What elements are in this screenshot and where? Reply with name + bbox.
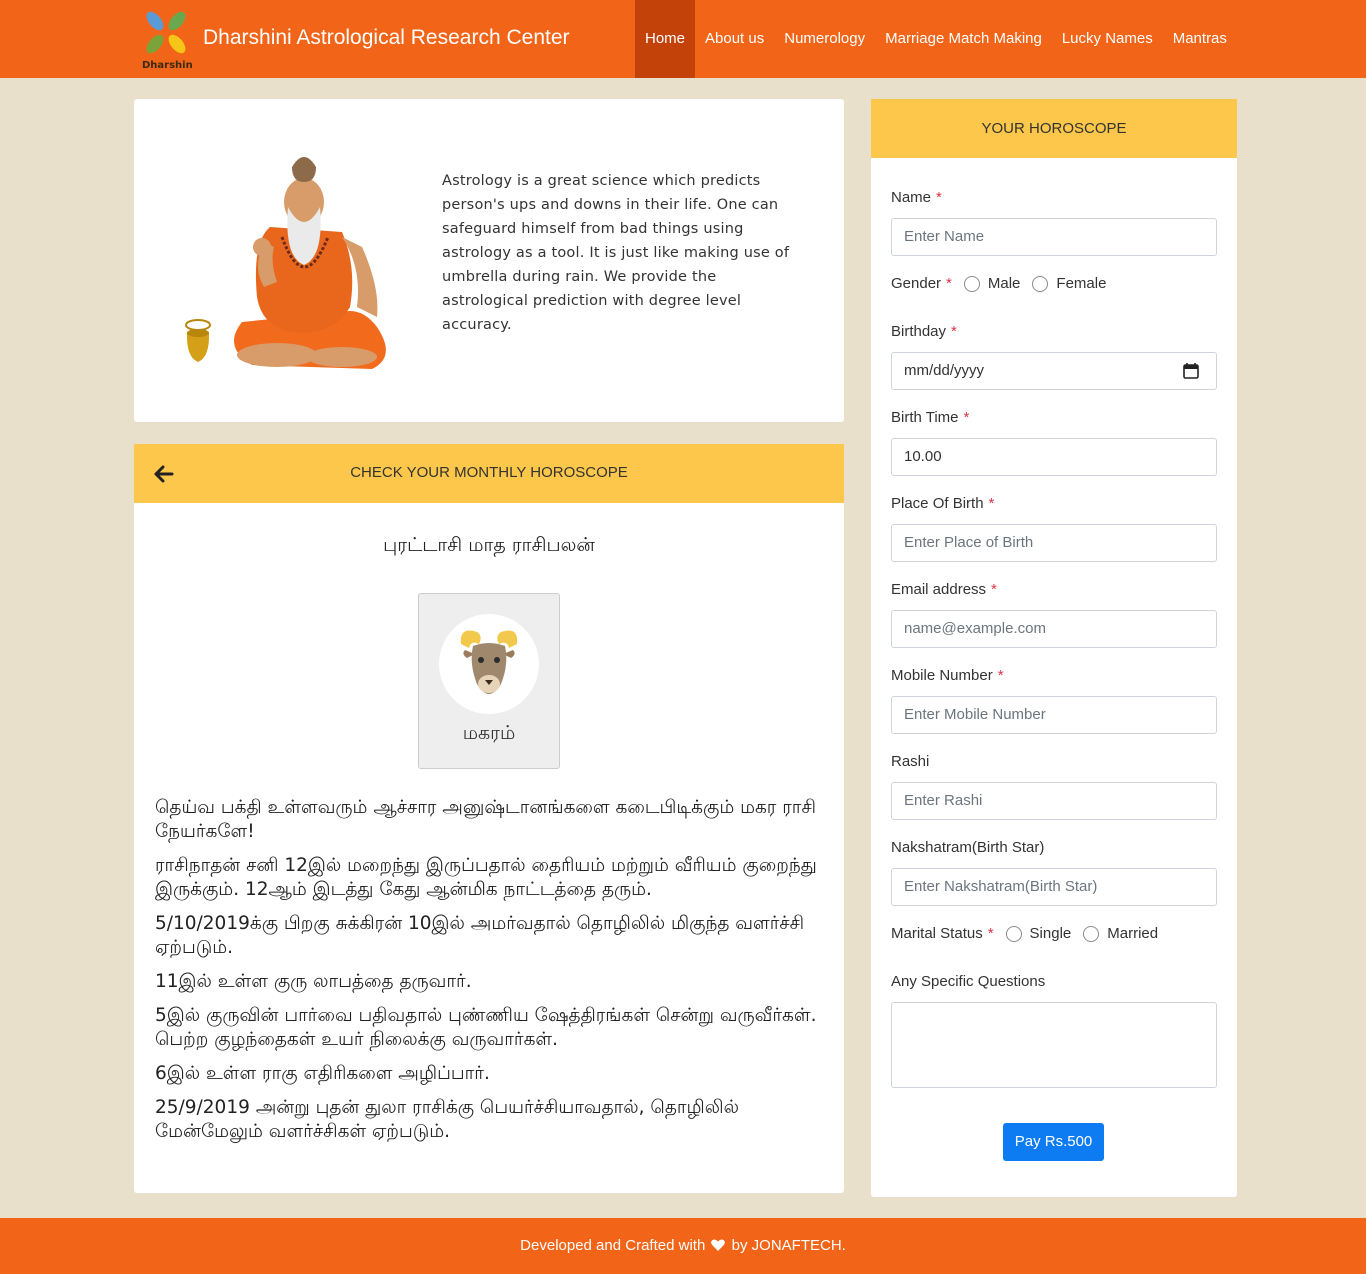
footer-text-after: by JONAFTECH. <box>731 1237 846 1254</box>
monthly-horoscope-card: CHECK YOUR MONTHLY HOROSCOPE புரட்டாசி ம… <box>134 444 844 1193</box>
brand-logo[interactable]: Dharshini <box>140 8 192 70</box>
name-label: Name * <box>891 189 942 206</box>
marital-option-married[interactable]: Married <box>1083 925 1158 942</box>
nakshatram-input[interactable]: Enter Nakshatram(Birth Star) <box>891 868 1217 906</box>
male-radio[interactable] <box>963 275 980 292</box>
month-title: புரட்டாசி மாத ராசிபலன் <box>383 534 595 556</box>
prediction-paragraph: ராசிநாதன் சனி 12இல் மறைந்து இருப்பதால் த… <box>155 855 817 900</box>
prediction-list: தெய்வ பக்தி உள்ளவரும் ஆச்சார அனுஷ்டானங்க… <box>155 796 827 1154</box>
required-mark: * <box>997 667 1004 684</box>
nav-lucky-names[interactable]: Lucky Names <box>1052 0 1163 78</box>
form-card-header: YOUR HOROSCOPE <box>871 99 1237 158</box>
sign-icon-circle <box>439 614 539 714</box>
marital-status-label: Marital Status <box>891 925 983 942</box>
prediction-paragraph: 5/10/2019க்கு பிறகு சுக்கிரன் 10இல் அமர்… <box>155 913 805 958</box>
questions-label: Any Specific Questions <box>891 973 1046 990</box>
rashi-input[interactable]: Enter Rashi <box>891 782 1217 820</box>
nav-numerology[interactable]: Numerology <box>774 0 875 78</box>
footer: Developed and Crafted with by JONAFTECH. <box>0 1218 1366 1274</box>
marital-option-single[interactable]: Single <box>1005 925 1071 942</box>
gender-option-female[interactable]: Female <box>1032 275 1106 292</box>
prediction-paragraph: 6இல் உள்ள ராகு எதிரிகளை அழிப்பார். <box>155 1063 490 1084</box>
prediction-paragraph: 11இல் உள்ள குரு லாபத்தை தருவார். <box>155 971 472 992</box>
required-mark: * <box>963 409 970 426</box>
sage-illustration <box>185 157 386 369</box>
required-mark: * <box>946 275 952 292</box>
gender-field: Gender * Male Female <box>891 275 1118 292</box>
required-mark: * <box>987 925 994 942</box>
name-input[interactable]: Enter Name <box>891 218 1217 256</box>
calendar-icon[interactable] <box>1182 362 1200 380</box>
nav-about-us[interactable]: About us <box>695 0 774 78</box>
zodiac-sign-tile[interactable]: மகரம் <box>418 593 560 769</box>
main-nav: Home About us Numerology Marriage Match … <box>635 0 1237 78</box>
mobile-input[interactable]: Enter Mobile Number <box>891 696 1217 734</box>
horoscope-form-card: YOUR HOROSCOPE Name * Enter Name Gender * … <box>871 99 1237 1197</box>
nav-home[interactable]: Home <box>635 0 696 78</box>
required-mark: * <box>988 495 995 512</box>
nakshatram-label: Nakshatram(Birth Star) <box>891 839 1045 856</box>
mobile-label: Mobile Number * <box>891 667 1004 684</box>
form-card-title: YOUR HOROSCOPE <box>981 120 1127 137</box>
prediction-paragraph: 5இல் குருவின் பார்வை பதிவதால் புண்ணிய ஷே… <box>155 1005 817 1050</box>
sign-label: மகரம் <box>462 722 516 744</box>
intro-card: Astrology is a great science which predi… <box>134 99 844 422</box>
place-of-birth-input[interactable]: Enter Place of Birth <box>891 524 1217 562</box>
footer-text-before: Developed and Crafted with <box>520 1237 706 1254</box>
birthday-label: Birthday * <box>891 323 957 340</box>
brand-title[interactable]: Dharshini Astrological Research Center <box>203 26 570 50</box>
female-radio[interactable] <box>1032 275 1049 292</box>
place-of-birth-label: Place Of Birth * <box>891 495 995 512</box>
married-radio[interactable] <box>1083 925 1100 942</box>
birth-time-label: Birth Time * <box>891 409 970 426</box>
nav-marriage-match-making[interactable]: Marriage Match Making <box>875 0 1052 78</box>
monthly-card-header: CHECK YOUR MONTHLY HOROSCOPE <box>134 444 844 503</box>
heart-icon <box>711 1239 726 1251</box>
questions-textarea[interactable] <box>891 1002 1217 1088</box>
gender-label: Gender <box>891 275 942 292</box>
prediction-paragraph: தெய்வ பக்தி உள்ளவரும் ஆச்சார அனுஷ்டானங்க… <box>155 797 816 842</box>
ram-icon <box>460 630 518 694</box>
email-label: Email address * <box>891 581 997 598</box>
required-mark: * <box>936 189 942 206</box>
nav-mantras[interactable]: Mantras <box>1163 0 1237 78</box>
required-mark: * <box>951 323 957 340</box>
prediction-paragraph: 25/9/2019 அன்று புதன் துலா ராசிக்கு பெயர… <box>155 1097 739 1142</box>
rashi-label: Rashi <box>891 753 930 770</box>
marital-status-field: Marital Status * Single Married <box>891 925 1170 942</box>
gender-option-male[interactable]: Male <box>963 275 1020 292</box>
single-radio[interactable] <box>1005 925 1022 942</box>
birthday-input[interactable]: mm/dd/yyyy <box>891 352 1217 390</box>
logo-text: Dharshini <box>142 60 192 70</box>
top-navbar: Dharshini Dharshini Astrological Researc… <box>0 0 1366 78</box>
required-mark: * <box>991 581 997 598</box>
email-input[interactable]: name@example.com <box>891 610 1217 648</box>
pay-button[interactable]: Pay Rs.500 <box>1003 1123 1104 1161</box>
intro-text: Astrology is a great science which predi… <box>442 173 790 333</box>
monthly-card-title: CHECK YOUR MONTHLY HOROSCOPE <box>350 464 628 481</box>
birth-time-input[interactable]: 10.00 <box>891 438 1217 476</box>
